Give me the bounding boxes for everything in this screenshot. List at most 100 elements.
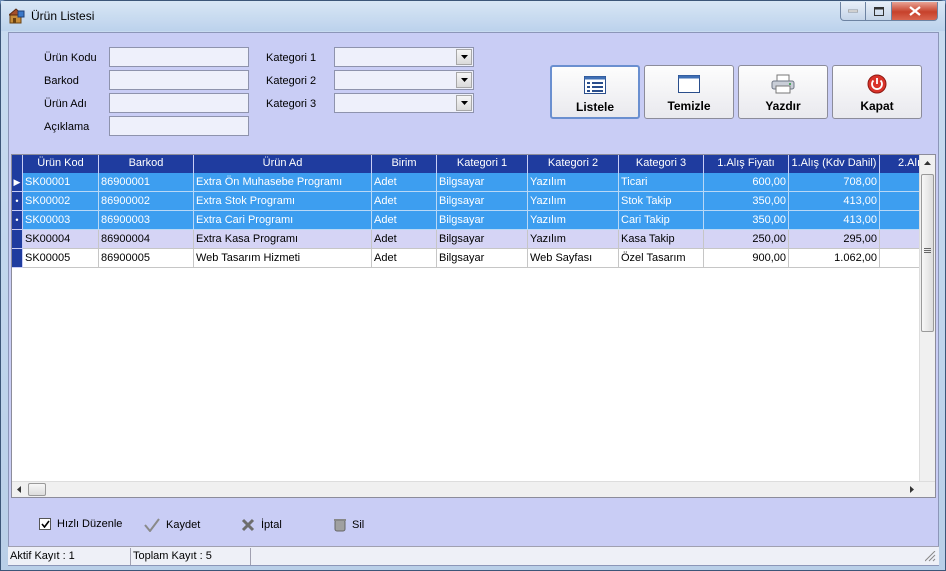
- table-cell[interactable]: 350,00: [704, 211, 789, 230]
- table-cell[interactable]: 86900002: [99, 192, 194, 211]
- kategori3-select[interactable]: [334, 93, 474, 113]
- table-cell[interactable]: Yazılım: [528, 230, 619, 249]
- table-cell[interactable]: SK00002: [23, 192, 99, 211]
- table-cell[interactable]: 1.062,00: [789, 249, 880, 268]
- table-cell[interactable]: 900,00: [704, 249, 789, 268]
- col-header-alis-fiyati[interactable]: 1.Alış Fiyatı: [704, 155, 789, 173]
- kapat-button[interactable]: Kapat: [832, 65, 922, 119]
- row-indicator[interactable]: •: [12, 211, 23, 230]
- col-header-urun-kod[interactable]: Ürün Kod: [23, 155, 99, 173]
- col-header-birim[interactable]: Birim: [372, 155, 437, 173]
- scroll-up-icon[interactable]: [924, 161, 931, 165]
- yazdir-button[interactable]: Yazdır: [738, 65, 828, 119]
- col-header-kategori2[interactable]: Kategori 2: [528, 155, 619, 173]
- table-cell[interactable]: [880, 192, 922, 211]
- minimize-button[interactable]: [840, 2, 866, 21]
- table-row[interactable]: • SK00003 86900003 Extra Cari Programı Adet B…: [12, 211, 922, 230]
- title-bar[interactable]: Ürün Listesi: [1, 1, 945, 31]
- kategori1-dropdown-button[interactable]: [456, 49, 472, 65]
- table-cell[interactable]: Bilgsayar: [437, 173, 528, 192]
- col-header-urun-ad[interactable]: Ürün Ad: [194, 155, 372, 173]
- table-cell[interactable]: Yazılım: [528, 192, 619, 211]
- table-cell[interactable]: Kasa Takip: [619, 230, 704, 249]
- vertical-scroll-thumb[interactable]: [921, 174, 934, 332]
- checkbox-box[interactable]: [39, 518, 51, 530]
- table-cell[interactable]: 86900004: [99, 230, 194, 249]
- table-cell[interactable]: Adet: [372, 192, 437, 211]
- table-cell[interactable]: Adet: [372, 211, 437, 230]
- table-cell[interactable]: SK00003: [23, 211, 99, 230]
- col-header-barkod[interactable]: Barkod: [99, 155, 194, 173]
- col-header-alis-kdv-dahil[interactable]: 1.Alış (Kdv Dahil): [789, 155, 880, 173]
- current-row-indicator-icon[interactable]: ▶: [12, 173, 23, 192]
- scroll-right-icon[interactable]: [910, 486, 914, 493]
- sil-button[interactable]: Sil: [334, 518, 364, 532]
- table-cell[interactable]: 600,00: [704, 173, 789, 192]
- table-cell[interactable]: Web Sayfası: [528, 249, 619, 268]
- temizle-button[interactable]: Temizle: [644, 65, 734, 119]
- close-button[interactable]: [892, 2, 938, 21]
- kategori2-select[interactable]: [334, 70, 474, 90]
- col-header-kategori1[interactable]: Kategori 1: [437, 155, 528, 173]
- table-cell[interactable]: Web Tasarım Hizmeti: [194, 249, 372, 268]
- table-cell[interactable]: Adet: [372, 249, 437, 268]
- table-cell[interactable]: [880, 230, 922, 249]
- table-cell[interactable]: Stok Takip: [619, 192, 704, 211]
- col-header-alis-2[interactable]: 2.Alış: [880, 155, 922, 173]
- table-cell[interactable]: 250,00: [704, 230, 789, 249]
- urun-adi-input[interactable]: [109, 93, 249, 113]
- table-cell[interactable]: 86900003: [99, 211, 194, 230]
- table-cell[interactable]: Bilgsayar: [437, 230, 528, 249]
- barkod-input[interactable]: [109, 70, 249, 90]
- table-cell[interactable]: Yazılım: [528, 173, 619, 192]
- table-cell[interactable]: Adet: [372, 173, 437, 192]
- maximize-button[interactable]: [866, 2, 892, 21]
- table-cell[interactable]: Bilgsayar: [437, 249, 528, 268]
- col-header-kategori3[interactable]: Kategori 3: [619, 155, 704, 173]
- table-cell[interactable]: Özel Tasarım: [619, 249, 704, 268]
- horizontal-scroll-thumb[interactable]: [28, 483, 46, 496]
- table-row[interactable]: • SK00002 86900002 Extra Stok Programı Adet B…: [12, 192, 922, 211]
- kaydet-button[interactable]: Kaydet: [144, 518, 200, 532]
- table-cell[interactable]: 86900001: [99, 173, 194, 192]
- listele-button[interactable]: Listele: [550, 65, 640, 119]
- table-cell[interactable]: 413,00: [789, 192, 880, 211]
- table-cell[interactable]: [880, 211, 922, 230]
- scroll-left-icon[interactable]: [17, 486, 21, 493]
- table-cell[interactable]: Extra Stok Programı: [194, 192, 372, 211]
- resize-grip-icon[interactable]: [925, 551, 936, 562]
- product-grid[interactable]: Ürün Kod Barkod Ürün Ad Birim Kategori 1…: [11, 154, 936, 498]
- table-cell[interactable]: 295,00: [789, 230, 880, 249]
- hizli-duzenle-checkbox[interactable]: Hızlı Düzenle: [39, 518, 122, 530]
- table-cell[interactable]: 413,00: [789, 211, 880, 230]
- table-cell[interactable]: Extra Kasa Programı: [194, 230, 372, 249]
- table-cell[interactable]: Bilgsayar: [437, 192, 528, 211]
- table-cell[interactable]: 350,00: [704, 192, 789, 211]
- table-cell[interactable]: Extra Cari Programı: [194, 211, 372, 230]
- table-cell[interactable]: 708,00: [789, 173, 880, 192]
- table-row[interactable]: ▶ SK00001 86900001 Extra Ön Muhasebe Progra…: [12, 173, 922, 192]
- kategori1-select[interactable]: [334, 47, 474, 67]
- row-indicator[interactable]: [12, 249, 23, 268]
- table-cell[interactable]: Cari Takip: [619, 211, 704, 230]
- table-cell[interactable]: SK00005: [23, 249, 99, 268]
- table-cell[interactable]: Adet: [372, 230, 437, 249]
- kategori2-dropdown-button[interactable]: [456, 72, 472, 88]
- row-indicator[interactable]: •: [12, 192, 23, 211]
- table-cell[interactable]: [880, 249, 922, 268]
- aciklama-input[interactable]: [109, 116, 249, 136]
- table-cell[interactable]: SK00004: [23, 230, 99, 249]
- kategori3-dropdown-button[interactable]: [456, 95, 472, 111]
- table-cell[interactable]: [880, 173, 922, 192]
- vertical-scrollbar[interactable]: [919, 155, 935, 481]
- table-cell[interactable]: Ticari: [619, 173, 704, 192]
- table-cell[interactable]: SK00001: [23, 173, 99, 192]
- row-indicator[interactable]: [12, 230, 23, 249]
- table-cell[interactable]: Bilgsayar: [437, 211, 528, 230]
- iptal-button[interactable]: İptal: [241, 518, 282, 532]
- horizontal-scrollbar[interactable]: [12, 481, 935, 497]
- table-cell[interactable]: Yazılım: [528, 211, 619, 230]
- table-cell[interactable]: Extra Ön Muhasebe Programı: [194, 173, 372, 192]
- urun-kodu-input[interactable]: [109, 47, 249, 67]
- table-row[interactable]: SK00004 86900004 Extra Kasa Programı Adet Bi…: [12, 230, 922, 249]
